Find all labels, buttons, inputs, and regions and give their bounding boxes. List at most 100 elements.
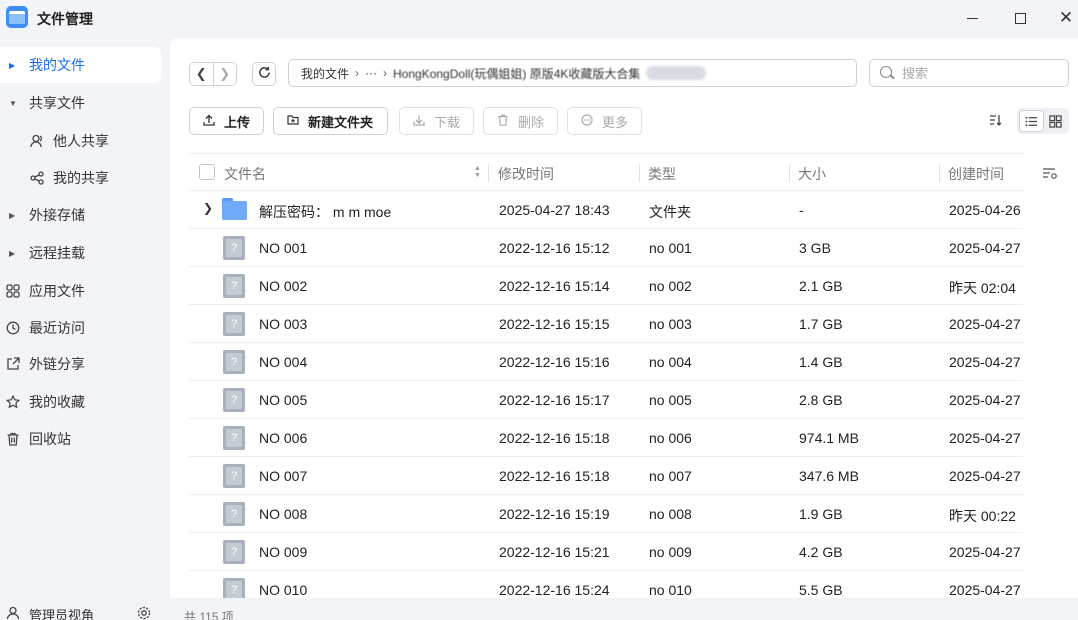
file-name[interactable]: NO 010 <box>259 582 307 598</box>
search-input[interactable] <box>902 64 1062 82</box>
window-title: 文件管理 <box>37 11 93 27</box>
column-header-created[interactable]: 创建时间 <box>948 164 1004 184</box>
file-name[interactable]: 解压密码： m m moe <box>259 202 391 222</box>
table-row[interactable]: ? NO 005 2022-12-16 15:17 no 005 2.8 GB 2025-… <box>189 381 1023 419</box>
delete-label: 删除 <box>518 114 545 130</box>
breadcrumb[interactable]: 我的文件 › ··· › HongKongDoll(玩偶姐姐) 原版4K收藏版大… <box>288 59 857 87</box>
sidebar-item-my-shares[interactable]: 我的共享 <box>0 160 161 196</box>
column-divider[interactable] <box>639 164 640 182</box>
column-header-size[interactable]: 大小 <box>798 164 826 184</box>
caret-down-icon[interactable]: ▼ <box>9 99 17 108</box>
sidebar-item-label: 我的收藏 <box>29 394 85 410</box>
new-folder-button[interactable]: 新建文件夹 <box>273 107 388 135</box>
sidebar: ▶ 我的文件 ▼ 共享文件 他人共享 我的共享 ▶ 外接存储 ▶ 远程挂载 应用… <box>0 38 168 620</box>
file-name[interactable]: NO 008 <box>259 506 307 522</box>
caret-right-icon[interactable]: ▶ <box>9 61 15 70</box>
file-name[interactable]: NO 002 <box>259 278 307 294</box>
select-all-checkbox[interactable] <box>199 164 215 180</box>
column-header-modified[interactable]: 修改时间 <box>498 164 554 184</box>
expand-chevron-icon[interactable]: ❯ <box>203 201 213 215</box>
file-name[interactable]: NO 009 <box>259 544 307 560</box>
forward-button[interactable]: ❯ <box>212 63 237 85</box>
download-button[interactable]: 下载 <box>399 107 474 135</box>
column-header-name[interactable]: 文件名 <box>224 164 266 184</box>
file-name[interactable]: NO 005 <box>259 392 307 408</box>
table-row[interactable]: ? NO 007 2022-12-16 15:18 no 007 347.6 MB 202… <box>189 457 1023 495</box>
sidebar-item-link-share[interactable]: 外链分享 <box>0 346 161 382</box>
close-icon: ✕ <box>1058 8 1074 27</box>
table-row[interactable]: ? NO 008 2022-12-16 15:19 no 008 1.9 GB 昨天 00… <box>189 495 1023 533</box>
view-toggle <box>1017 108 1069 134</box>
table-row[interactable]: ? NO 003 2022-12-16 15:15 no 003 1.7 GB 2025-… <box>189 305 1023 343</box>
file-name[interactable]: NO 006 <box>259 430 307 446</box>
table-row[interactable]: ? NO 001 2022-12-16 15:12 no 001 3 GB 2025-04… <box>189 229 1023 267</box>
clock-icon <box>6 321 20 335</box>
unknown-file-icon: ? <box>223 350 245 374</box>
column-settings-icon[interactable] <box>1042 166 1058 183</box>
settings-gear-icon[interactable] <box>137 606 151 620</box>
file-name[interactable]: NO 007 <box>259 468 307 484</box>
sidebar-item-my-files[interactable]: ▶ 我的文件 <box>0 47 161 83</box>
sidebar-item-recycle-bin[interactable]: 回收站 <box>0 421 161 457</box>
admin-view-row: 管理员视角 <box>0 604 168 620</box>
breadcrumb-ellipsis[interactable]: ··· <box>365 66 377 80</box>
redacted-text <box>646 66 707 80</box>
modified-time: 2022-12-16 15:24 <box>499 582 610 598</box>
sidebar-item-remote-mount[interactable]: ▶ 远程挂载 <box>0 235 161 271</box>
sort-arrows-icon[interactable]: ▲ ▼ <box>474 165 481 179</box>
list-view-button[interactable] <box>1019 110 1044 132</box>
back-button[interactable]: ❮ <box>190 63 213 85</box>
column-header-type[interactable]: 类型 <box>648 164 676 184</box>
column-divider[interactable] <box>789 164 790 182</box>
column-divider[interactable] <box>939 164 940 182</box>
sidebar-item-label: 他人共享 <box>53 133 109 149</box>
sidebar-item-shared-files[interactable]: ▼ 共享文件 <box>0 85 161 121</box>
sidebar-item-app-files[interactable]: 应用文件 <box>0 273 161 309</box>
more-button[interactable]: 更多 <box>567 107 642 135</box>
modified-time: 2022-12-16 15:14 <box>499 278 610 294</box>
close-button[interactable]: ✕ <box>1051 4 1078 32</box>
refresh-button[interactable] <box>252 62 276 86</box>
created-time: 2025-04-27 <box>949 544 1021 560</box>
file-name[interactable]: NO 004 <box>259 354 307 370</box>
table-row[interactable]: ? NO 009 2022-12-16 15:21 no 009 4.2 GB 2025-… <box>189 533 1023 571</box>
file-size: 347.6 MB <box>799 468 859 484</box>
minimize-button[interactable] <box>957 4 987 32</box>
caret-right-icon[interactable]: ▶ <box>9 211 15 220</box>
sidebar-item-favorites[interactable]: 我的收藏 <box>0 384 161 420</box>
table-row[interactable]: ? NO 006 2022-12-16 15:18 no 006 974.1 MB 202… <box>189 419 1023 457</box>
breadcrumb-root[interactable]: 我的文件 <box>301 65 349 82</box>
table-row[interactable]: ? NO 004 2022-12-16 15:16 no 004 1.4 GB 2025-… <box>189 343 1023 381</box>
modified-time: 2022-12-16 15:16 <box>499 354 610 370</box>
maximize-button[interactable] <box>1005 4 1035 32</box>
sidebar-item-label: 外接存储 <box>29 207 85 223</box>
table-row[interactable]: ❯ 解压密码： m m moe 2025-04-27 18:43 文件夹 - 2025-0… <box>189 191 1023 229</box>
modified-time: 2022-12-16 15:21 <box>499 544 610 560</box>
column-divider[interactable] <box>488 164 489 182</box>
breadcrumb-current[interactable]: HongKongDoll(玩偶姐姐) 原版4K收藏版大合集 <box>393 65 640 82</box>
sidebar-item-external-storage[interactable]: ▶ 外接存储 <box>0 197 161 233</box>
star-icon <box>6 395 20 409</box>
file-size: 2.1 GB <box>799 278 843 294</box>
created-time: 2025-04-27 <box>949 240 1021 256</box>
sidebar-item-shared-with-me[interactable]: 他人共享 <box>0 123 161 159</box>
file-table: ❯ 解压密码： m m moe 2025-04-27 18:43 文件夹 - 2025-0… <box>189 191 1023 598</box>
sidebar-item-recent[interactable]: 最近访问 <box>0 310 161 346</box>
delete-button[interactable]: 删除 <box>483 107 558 135</box>
file-type: no 003 <box>649 316 692 332</box>
admin-view-label[interactable]: 管理员视角 <box>29 605 94 620</box>
created-time: 昨天 00:22 <box>949 508 1016 524</box>
table-row[interactable]: ? NO 002 2022-12-16 15:14 no 002 2.1 GB 昨天 02… <box>189 267 1023 305</box>
sort-button[interactable] <box>983 109 1007 133</box>
unknown-file-icon: ? <box>223 274 245 298</box>
grid-view-button[interactable] <box>1044 110 1067 132</box>
file-name[interactable]: NO 003 <box>259 316 307 332</box>
search-box[interactable] <box>869 59 1069 87</box>
file-name[interactable]: NO 001 <box>259 240 307 256</box>
upload-button[interactable]: 上传 <box>189 107 264 135</box>
folder-icon <box>222 198 247 220</box>
trash-icon <box>496 114 510 129</box>
caret-right-icon[interactable]: ▶ <box>9 249 15 258</box>
table-row[interactable]: ? NO 010 2022-12-16 15:24 no 010 5.5 GB 2025-… <box>189 571 1023 598</box>
upload-icon <box>202 114 216 129</box>
